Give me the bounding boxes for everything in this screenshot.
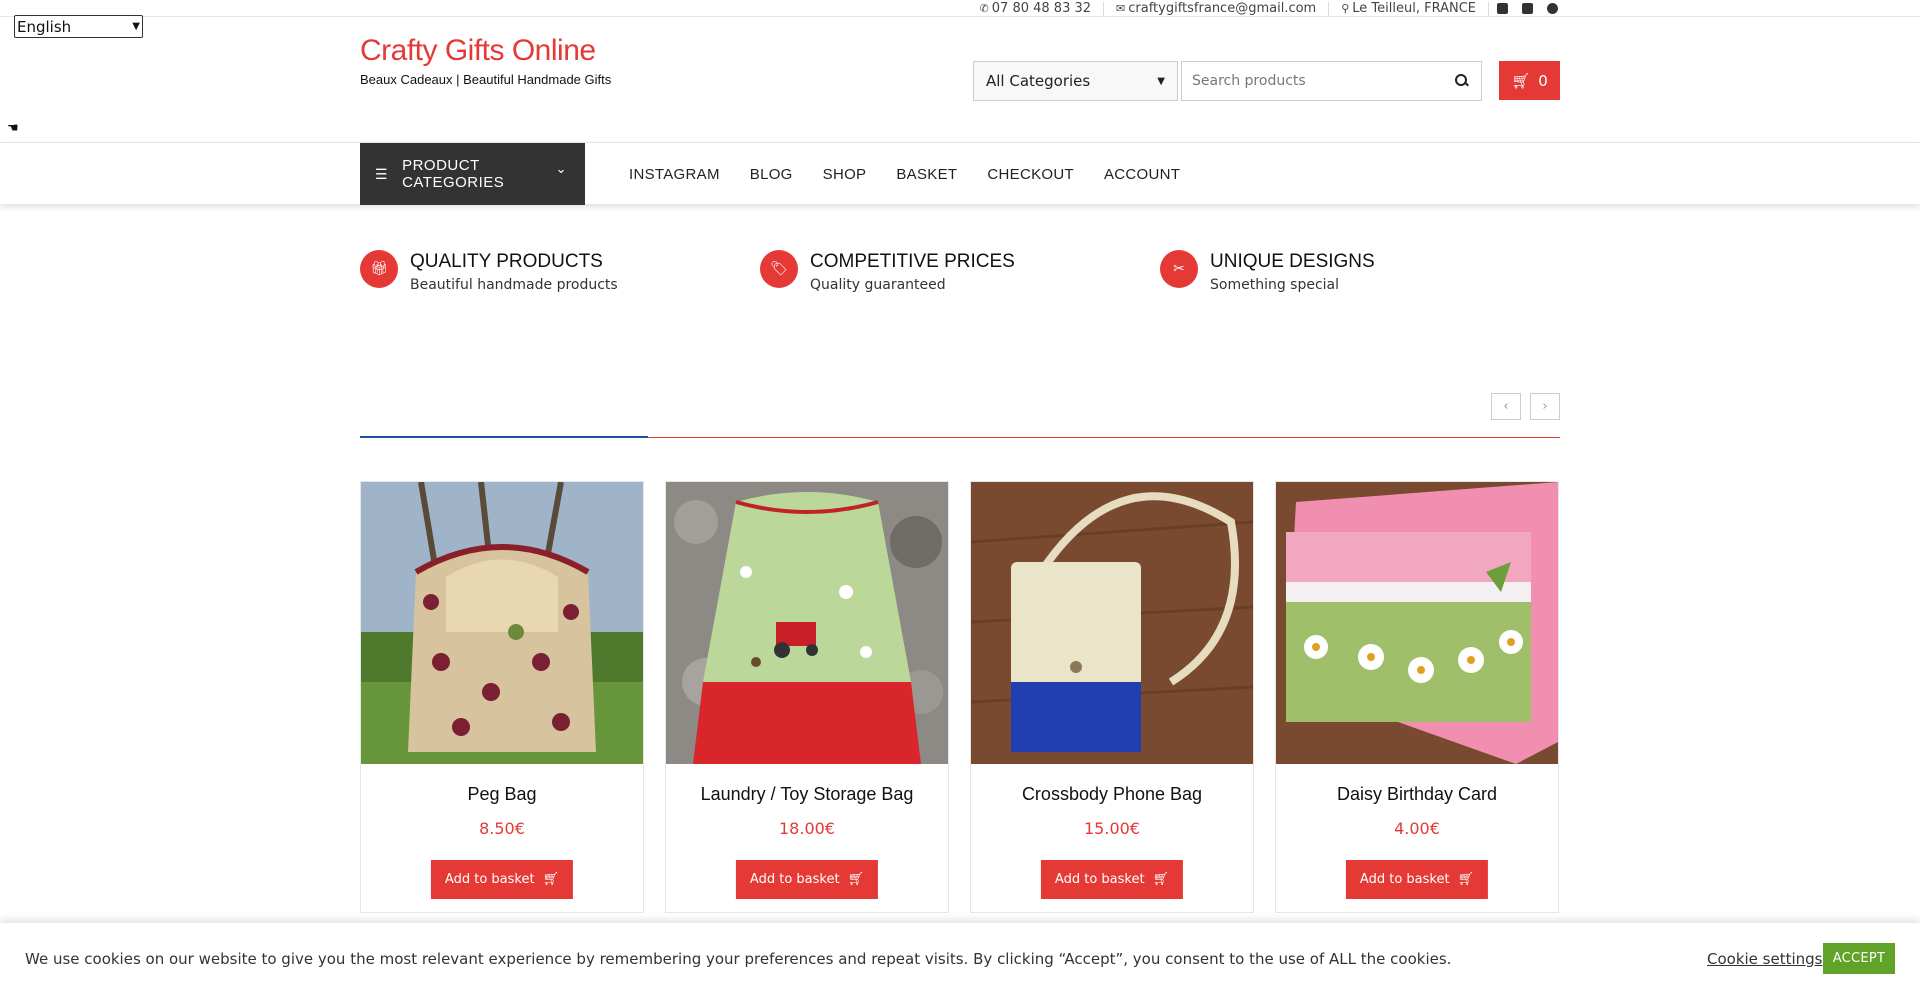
- site-title[interactable]: Crafty Gifts Online: [360, 34, 596, 68]
- cookie-settings-link[interactable]: Cookie settings: [1707, 950, 1823, 968]
- feature-subtitle: Quality guaranteed: [810, 277, 946, 293]
- nav-item-instagram[interactable]: INSTAGRAM: [629, 166, 720, 183]
- nav-item-blog[interactable]: BLOG: [750, 166, 793, 183]
- product-image-laundry-bag[interactable]: [666, 482, 948, 764]
- add-to-basket-label: Add to basket: [444, 872, 535, 887]
- product-price: 4.00€: [1394, 819, 1440, 838]
- add-to-basket-label: Add to basket: [749, 872, 840, 887]
- product-card[interactable]: Laundry / Toy Storage Bag 18.00€ Add to …: [665, 481, 949, 913]
- gift-icon: 🎁︎: [360, 250, 398, 288]
- chevron-left-icon: ‹: [1503, 399, 1509, 414]
- search-box: [1181, 61, 1482, 101]
- feature-title: UNIQUE DESIGNS: [1210, 251, 1375, 272]
- social-links: [1497, 3, 1558, 14]
- product-price: 15.00€: [1084, 819, 1140, 838]
- product-card[interactable]: Daisy Birthday Card 4.00€ Add to basket …: [1275, 481, 1559, 913]
- product-name[interactable]: Laundry / Toy Storage Bag: [666, 784, 948, 805]
- cookie-message: We use cookies on our website to give yo…: [25, 950, 1452, 968]
- back-hand-icon[interactable]: ☚: [7, 121, 19, 136]
- product-image-birthday-card[interactable]: [1276, 482, 1558, 764]
- location-contact: ⚲ Le Teilleul, FRANCE: [1329, 1, 1489, 16]
- menu-icon: ☰: [375, 165, 389, 182]
- product-price: 18.00€: [779, 819, 835, 838]
- pinterest-icon[interactable]: [1547, 3, 1558, 14]
- feature-subtitle: Something special: [1210, 277, 1340, 293]
- product-image-phone-bag[interactable]: [971, 482, 1253, 764]
- main-menu: INSTAGRAM BLOG SHOP BASKET CHECKOUT ACCO…: [629, 143, 1180, 205]
- cart-icon: 🛒︎: [542, 872, 560, 887]
- product-name[interactable]: Crossbody Phone Bag: [971, 784, 1253, 805]
- chevron-down-icon: ▼: [132, 21, 140, 32]
- location-text: Le Teilleul, FRANCE: [1352, 1, 1476, 16]
- phone-icon: ✆: [979, 2, 989, 15]
- cart-count: 0: [1538, 71, 1548, 90]
- category-value: All Categories: [986, 72, 1091, 90]
- product-name[interactable]: Peg Bag: [361, 784, 643, 805]
- product-categories-toggle[interactable]: ☰ PRODUCT CATEGORIES ⌄: [360, 143, 585, 205]
- phone-contact[interactable]: ✆ 07 80 48 83 32: [968, 1, 1105, 16]
- linkedin-icon[interactable]: [1522, 3, 1533, 14]
- cart-icon: 🛒︎: [847, 872, 865, 887]
- feature-quality: 🎁︎ QUALITY PRODUCTS Beautiful handmade p…: [360, 250, 618, 293]
- language-select[interactable]: English ▼: [14, 15, 143, 38]
- chevron-down-icon: ⌄: [555, 161, 567, 176]
- nav-item-account[interactable]: ACCOUNT: [1104, 166, 1180, 183]
- tags-icon: 🏷︎: [760, 250, 798, 288]
- add-to-basket-label: Add to basket: [1054, 872, 1145, 887]
- carousel-nav: ‹ ›: [1491, 393, 1560, 420]
- nav-item-checkout[interactable]: CHECKOUT: [987, 166, 1074, 183]
- search-input[interactable]: [1192, 73, 1432, 89]
- add-to-basket-button[interactable]: Add to basket 🛒︎: [735, 860, 879, 899]
- facebook-icon[interactable]: [1497, 3, 1508, 14]
- product-name[interactable]: Daisy Birthday Card: [1276, 784, 1558, 805]
- product-card[interactable]: Peg Bag 8.50€ Add to basket 🛒︎: [360, 481, 644, 913]
- chevron-down-icon: ▼: [1157, 75, 1165, 87]
- contact-info: ✆ 07 80 48 83 32 ✉ craftygiftsfrance@gma…: [968, 0, 1558, 17]
- email-address: craftygiftsfrance@gmail.com: [1128, 1, 1317, 16]
- carousel-prev-button[interactable]: ‹: [1491, 393, 1521, 420]
- cart-icon: 🛒︎: [1457, 872, 1475, 887]
- search-icon[interactable]: [1455, 74, 1469, 88]
- cart-icon: 🛒︎: [1152, 872, 1170, 887]
- feature-prices: 🏷︎ COMPETITIVE PRICES Quality guaranteed: [760, 250, 1015, 293]
- nav-item-basket[interactable]: BASKET: [896, 166, 957, 183]
- scissors-icon: ✂: [1160, 250, 1198, 288]
- site-tagline: Beaux Cadeaux | Beautiful Handmade Gifts: [360, 72, 612, 87]
- feature-title: COMPETITIVE PRICES: [810, 251, 1015, 272]
- product-price: 8.50€: [479, 819, 525, 838]
- nav-item-shop[interactable]: SHOP: [823, 166, 867, 183]
- add-to-basket-button[interactable]: Add to basket 🛒︎: [430, 860, 574, 899]
- cart-button[interactable]: 🛒︎ 0: [1499, 61, 1560, 100]
- carousel-next-button[interactable]: ›: [1530, 393, 1560, 420]
- top-bar: ✆ 07 80 48 83 32 ✉ craftygiftsfrance@gma…: [0, 0, 1920, 17]
- section-divider-active: [360, 436, 648, 438]
- category-select[interactable]: All Categories ▼: [973, 61, 1178, 101]
- cookie-banner: We use cookies on our website to give yo…: [0, 923, 1920, 993]
- add-to-basket-button[interactable]: Add to basket 🛒︎: [1345, 860, 1489, 899]
- cookie-accept-button[interactable]: ACCEPT: [1823, 943, 1895, 974]
- product-image-peg-bag[interactable]: [361, 482, 643, 764]
- cart-icon: 🛒︎: [1511, 71, 1531, 90]
- feature-title: QUALITY PRODUCTS: [410, 251, 603, 272]
- envelope-icon: ✉: [1116, 2, 1126, 15]
- language-value: English: [17, 17, 72, 36]
- main-navbar: ☰ PRODUCT CATEGORIES ⌄ INSTAGRAM BLOG SH…: [0, 142, 1920, 205]
- product-card[interactable]: Crossbody Phone Bag 15.00€ Add to basket…: [970, 481, 1254, 913]
- add-to-basket-button[interactable]: Add to basket 🛒︎: [1040, 860, 1184, 899]
- email-contact[interactable]: ✉ craftygiftsfrance@gmail.com: [1104, 1, 1330, 16]
- map-marker-icon: ⚲: [1341, 2, 1350, 15]
- feature-subtitle: Beautiful handmade products: [410, 277, 618, 293]
- add-to-basket-label: Add to basket: [1359, 872, 1450, 887]
- feature-designs: ✂ UNIQUE DESIGNS Something special: [1160, 250, 1375, 293]
- chevron-right-icon: ›: [1542, 399, 1548, 414]
- phone-number: 07 80 48 83 32: [991, 1, 1092, 16]
